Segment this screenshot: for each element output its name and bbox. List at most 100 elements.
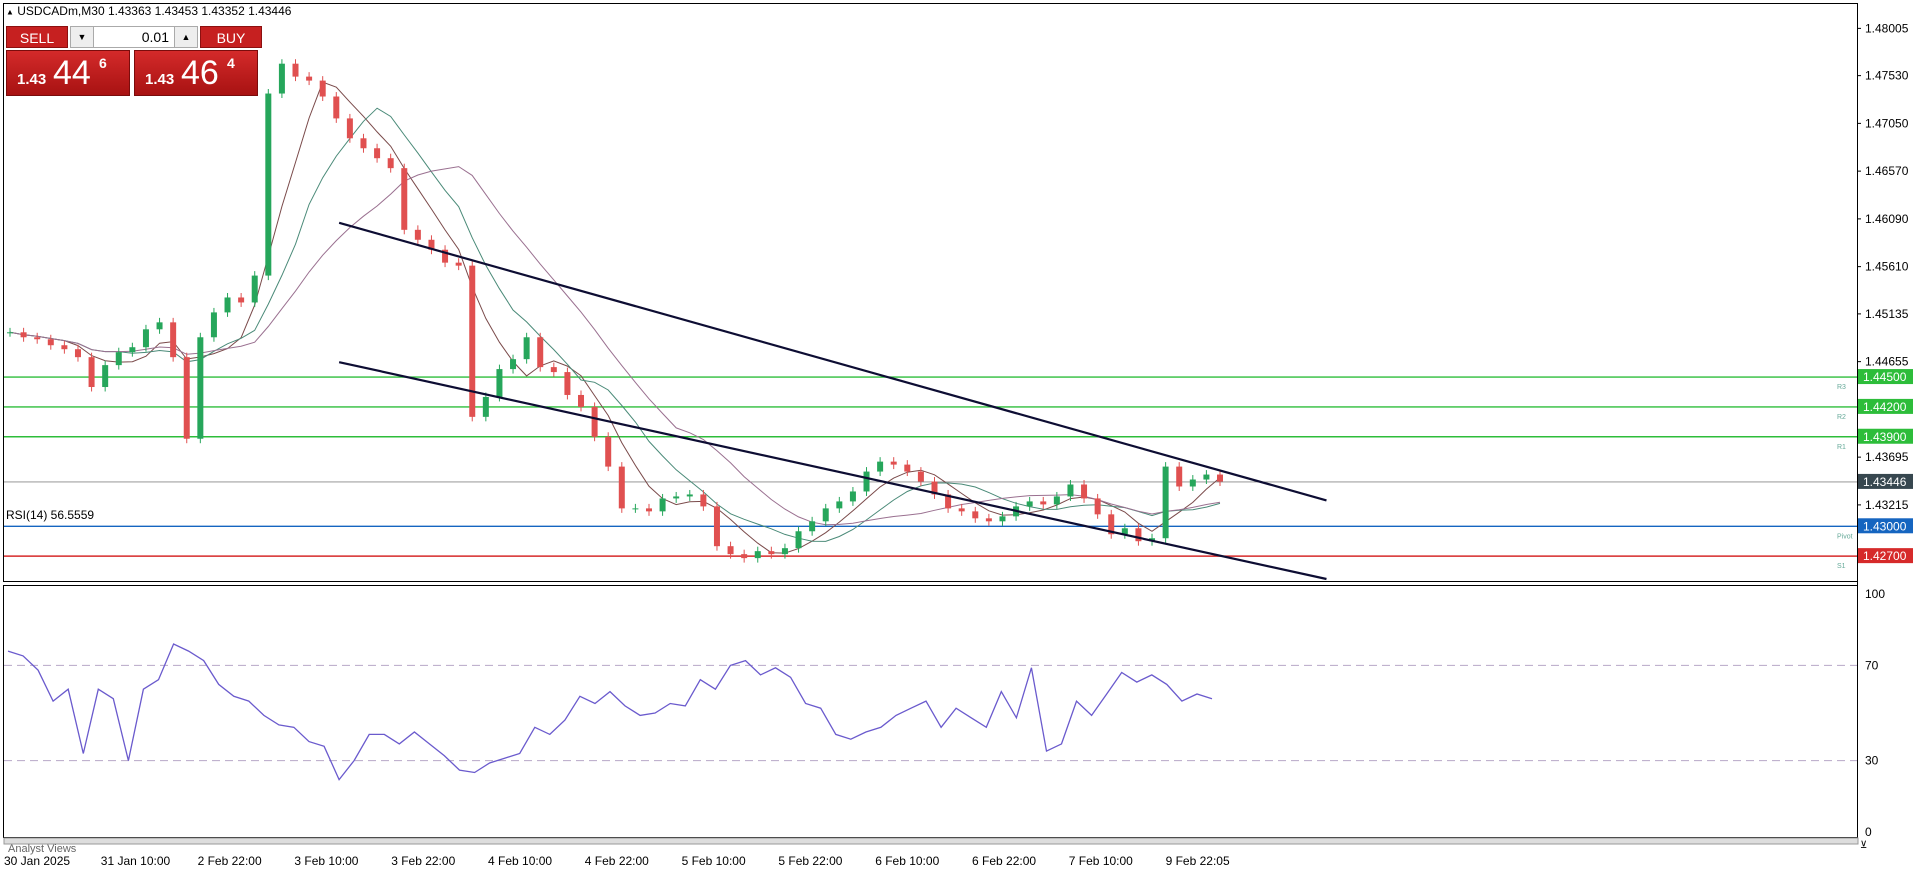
candle-body (985, 518, 992, 522)
analyst-views-tab[interactable] (3, 837, 1859, 845)
candle-body (809, 521, 816, 532)
candle-body (333, 96, 340, 119)
candle-body (61, 345, 68, 350)
level-price-label: 1.42700 (1863, 549, 1907, 563)
candle-body (877, 461, 884, 472)
candle-body (673, 496, 680, 499)
candle-body (292, 63, 299, 77)
time-tick-label: 4 Feb 10:00 (488, 854, 552, 868)
level-marker: S1 (1837, 563, 1846, 570)
time-tick-label: 7 Feb 10:00 (1069, 854, 1133, 868)
price-tick-label: 1.44655 (1865, 355, 1909, 369)
candle-body (890, 461, 897, 465)
candle-body (849, 491, 856, 502)
candle-body (564, 372, 571, 395)
level-price-label: 1.43900 (1863, 430, 1907, 444)
trendline[interactable] (338, 221, 1327, 502)
candle-body (578, 394, 585, 407)
price-tick-label: 1.47050 (1865, 116, 1909, 130)
candle-body (7, 332, 13, 334)
candle-body (1067, 484, 1074, 497)
candle-body (414, 229, 421, 240)
candle-body (972, 511, 979, 519)
candle-body (1026, 501, 1033, 507)
analyst-views-label: Analyst Views (8, 843, 77, 855)
candle-body (170, 322, 177, 358)
candle-body (1040, 501, 1047, 505)
candle-body (741, 554, 748, 559)
candle-body (958, 508, 965, 512)
candle-body (156, 322, 163, 330)
candle-body (197, 337, 204, 439)
candle-body (917, 471, 924, 482)
candle-body (1053, 496, 1060, 505)
candle-body (102, 365, 109, 388)
candle-body (47, 339, 54, 346)
candle-body (510, 359, 517, 370)
price-tick-label: 1.46090 (1865, 212, 1909, 226)
rsi-axis-label: 0 (1865, 825, 1872, 839)
price-tick-label: 1.45610 (1865, 260, 1909, 274)
price-tick-label: 1.45135 (1865, 307, 1909, 321)
candle-body (129, 347, 136, 353)
candle-body (142, 329, 149, 348)
candle-body (278, 63, 285, 94)
price-tick-label: 1.48005 (1865, 21, 1909, 35)
candle-body (768, 551, 775, 555)
candle-body (550, 367, 557, 373)
price-tick-label: 1.43695 (1865, 450, 1909, 464)
level-price-label: 1.43000 (1863, 519, 1907, 533)
candle-body (537, 337, 544, 368)
candle-body (645, 508, 652, 512)
time-tick-label: 5 Feb 10:00 (682, 854, 746, 868)
level-marker: R3 (1837, 384, 1846, 391)
price-tick-label: 1.46570 (1865, 164, 1909, 178)
candle-body (836, 501, 843, 509)
candle-body (374, 148, 381, 159)
time-axis-down-icon: ⊻ (1860, 840, 1867, 851)
moving-average-line (9, 166, 1221, 526)
candle-body (251, 275, 258, 303)
candle-body (1203, 474, 1210, 480)
candle-body (88, 357, 95, 388)
candle-body (183, 357, 190, 439)
bid-price-label: 1.43446 (1863, 475, 1907, 489)
candle-body (346, 118, 353, 139)
time-tick-label: 2 Feb 22:00 (198, 854, 262, 868)
candle-body (700, 494, 707, 507)
candle-body (822, 508, 829, 522)
candle-body (999, 516, 1006, 522)
candle-body (591, 406, 598, 437)
time-tick-label: 3 Feb 10:00 (294, 854, 358, 868)
candle-body (482, 396, 489, 417)
candle-body (469, 265, 476, 417)
time-tick-label: 6 Feb 10:00 (875, 854, 939, 868)
candle-body (1081, 484, 1088, 499)
candle-body (1217, 474, 1223, 482)
candle-body (618, 466, 625, 509)
candle-body (455, 262, 462, 266)
candle-body (904, 464, 911, 472)
level-marker: R2 (1837, 414, 1846, 421)
time-tick-label: 3 Feb 22:00 (391, 854, 455, 868)
candle-body (727, 546, 734, 555)
moving-average-line (9, 81, 1221, 554)
time-tick-label: 5 Feb 22:00 (778, 854, 842, 868)
candle-body (401, 168, 408, 230)
candle-body (306, 76, 313, 81)
rsi-line (7, 643, 1213, 781)
rsi-axis-label: 70 (1865, 658, 1879, 672)
level-price-label: 1.44500 (1863, 370, 1907, 384)
candle-body (795, 531, 802, 549)
price-tick-label: 1.47530 (1865, 69, 1909, 83)
candle-body (605, 436, 612, 467)
candle-body (319, 80, 326, 97)
price-tick-label: 1.43215 (1865, 498, 1909, 512)
rsi-frame (3, 585, 1858, 838)
candle-body (632, 508, 639, 510)
candle-body (210, 312, 217, 338)
candle-body (496, 369, 503, 397)
candle-body (1094, 498, 1101, 515)
chart-canvas[interactable]: R3 R2 R1 Pivot S1 1.48005 1.47530 1.47050 1.465… (0, 0, 1916, 874)
candle-body (1189, 479, 1196, 487)
